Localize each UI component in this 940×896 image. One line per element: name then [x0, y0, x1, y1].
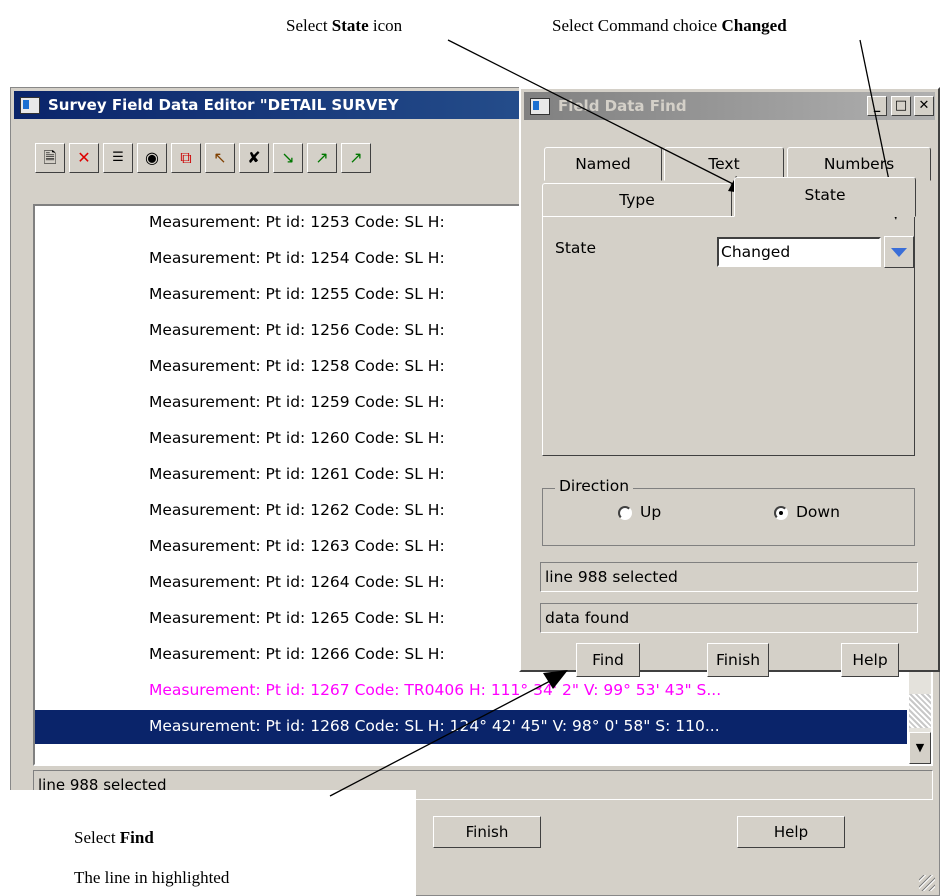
new-document-icon[interactable]: 🗎	[35, 143, 65, 173]
field-data-find-dialog: Field Data Find _ □ ✕ Named Text Numbers…	[519, 87, 940, 677]
message-line-1: line 988 selected	[540, 562, 918, 592]
list-icon[interactable]: ☰	[103, 143, 133, 173]
radio-up-label: Up	[640, 503, 662, 521]
annotation-callout: Select Find The line in highlighted	[0, 790, 416, 896]
survey-point-icon[interactable]: ↗	[307, 143, 337, 173]
state-dropdown-button[interactable]	[884, 236, 914, 268]
cross-tool-icon[interactable]: ✘	[239, 143, 269, 173]
annotation-highlight-note: The line in highlighted	[74, 868, 230, 887]
radio-down-label: Down	[796, 503, 840, 521]
scrollbar-thumb[interactable]	[909, 694, 931, 728]
copy-icon[interactable]: ⧉	[171, 143, 201, 173]
state-tab-panel: State Changed	[542, 216, 915, 456]
state-select[interactable]: Changed	[717, 237, 881, 267]
delete-icon[interactable]: ✕	[69, 143, 99, 173]
main-help-button[interactable]: Help	[737, 816, 845, 848]
message-line-2: data found	[540, 603, 918, 633]
tab-named[interactable]: Named	[544, 147, 662, 181]
find-titlebar[interactable]: Field Data Find _ □ ✕	[524, 92, 935, 120]
binoculars-icon[interactable]: ◉	[137, 143, 167, 173]
app-icon	[20, 97, 40, 114]
main-window-title: Survey Field Data Editor "DETAIL SURVEY	[48, 96, 399, 114]
close-icon[interactable]: ✕	[914, 96, 934, 116]
annotation-select-state: Select State icon	[286, 16, 403, 35]
help-button[interactable]: Help	[841, 643, 899, 677]
maximize-icon[interactable]: □	[891, 96, 911, 116]
find-dialog-title: Field Data Find	[558, 97, 687, 115]
resize-grip-icon[interactable]	[919, 875, 935, 891]
tab-numbers[interactable]: Numbers	[787, 147, 931, 181]
direction-label: Direction	[555, 477, 634, 495]
dialog-app-icon	[530, 98, 550, 115]
tab-state[interactable]: State	[734, 177, 916, 217]
list-item-selected[interactable]: Measurement: Pt id: 1268 Code: SL H: 124…	[35, 710, 907, 744]
annotation-select-command: Select Command choice Changed	[552, 16, 787, 35]
scroll-down-arrow-icon[interactable]: ▼	[909, 732, 931, 764]
radio-down[interactable]	[774, 506, 788, 520]
instrument-icon[interactable]: ↘	[273, 143, 303, 173]
state-label: State	[555, 239, 597, 257]
main-finish-button[interactable]: Finish	[433, 816, 541, 848]
pointer-icon[interactable]: ↖	[205, 143, 235, 173]
radio-up[interactable]	[618, 506, 632, 520]
tab-type[interactable]: Type	[542, 183, 732, 217]
annotation-select-find: Select Find	[74, 828, 154, 847]
find-button[interactable]: Find	[576, 643, 640, 677]
direction-group: Direction Up Down	[542, 477, 915, 546]
tab-text[interactable]: Text	[664, 147, 784, 181]
finish-button[interactable]: Finish	[707, 643, 769, 677]
chevron-down-icon	[891, 248, 907, 257]
survey-line-icon[interactable]: ↗	[341, 143, 371, 173]
list-item-changed[interactable]: Measurement: Pt id: 1267 Code: TR0406 H:…	[35, 674, 907, 706]
minimize-icon[interactable]: _	[867, 96, 887, 116]
